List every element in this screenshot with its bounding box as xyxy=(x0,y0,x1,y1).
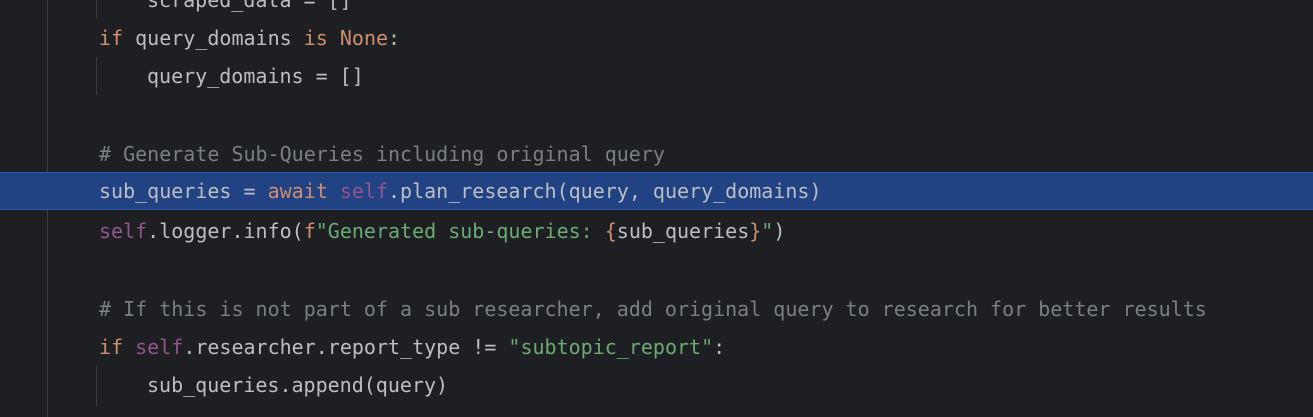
code-text: query_domains = [] xyxy=(147,64,364,88)
string-literal: " xyxy=(761,219,774,243)
method-call: .logger.info( xyxy=(147,219,304,243)
keyword-is: is xyxy=(303,26,328,50)
colon: : xyxy=(388,26,401,50)
identifier: query_domains xyxy=(123,26,304,50)
code-line[interactable]: self.logger.info(f"Generated sub-queries… xyxy=(0,212,1313,250)
fstring-prefix: f xyxy=(303,219,316,243)
keyword-await: await xyxy=(267,179,328,203)
attribute-access: .researcher.report_type != xyxy=(183,335,509,359)
current-line[interactable]: sub_queries = await self.plan_research(q… xyxy=(0,172,1313,210)
keyword-none: None xyxy=(339,26,389,50)
comment: # If this is not part of a sub researche… xyxy=(99,297,1207,321)
self-keyword: self xyxy=(339,179,389,203)
comment: # Generate Sub-Queries including origina… xyxy=(99,142,665,166)
code-text: if self.researcher.report_type != "subto… xyxy=(99,328,725,366)
paren: ) xyxy=(773,219,786,243)
code-line[interactable]: # If this is not part of a sub researche… xyxy=(0,290,1313,328)
colon: : xyxy=(713,335,726,359)
keyword-if: if xyxy=(99,26,124,50)
keyword-if: if xyxy=(99,335,124,359)
fstring-brace: } xyxy=(749,219,762,243)
identifier: sub_queries xyxy=(616,219,750,243)
code-line[interactable]: scraped_data = [] xyxy=(0,0,1313,19)
method-call: .plan_research(query, query_domains) xyxy=(388,179,822,203)
code-text: sub_queries = await self.plan_research(q… xyxy=(99,173,822,209)
self-keyword: self xyxy=(99,219,148,243)
code-line[interactable]: sub_queries.append(query) xyxy=(0,366,1313,404)
code-editor[interactable]: scraped_data = [] if query_domains is No… xyxy=(0,0,1313,417)
code-text: self.logger.info(f"Generated sub-queries… xyxy=(99,212,785,250)
string-literal: "Generated sub-queries: xyxy=(315,219,605,243)
identifier: sub_queries = xyxy=(99,179,268,203)
code-text: sub_queries.append(query) xyxy=(147,373,449,397)
string-literal: "subtopic_report" xyxy=(508,335,714,359)
fstring-brace: { xyxy=(604,219,617,243)
code-text: scraped_data = [] xyxy=(147,0,352,12)
code-line[interactable]: # Generate Sub-Queries including origina… xyxy=(0,135,1313,173)
code-line[interactable]: query_domains = [] xyxy=(0,57,1313,95)
code-line[interactable]: if query_domains is None: xyxy=(0,19,1313,57)
code-line[interactable]: if self.researcher.report_type != "subto… xyxy=(0,328,1313,366)
code-text: if query_domains is None: xyxy=(99,19,400,57)
self-keyword: self xyxy=(135,335,184,359)
